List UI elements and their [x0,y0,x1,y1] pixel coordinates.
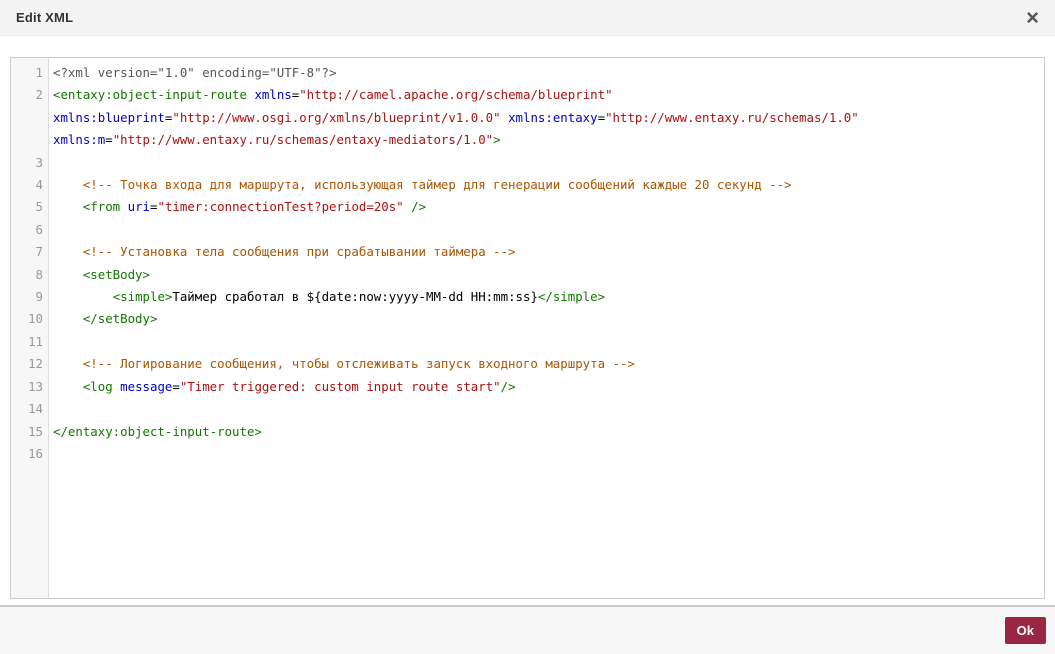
line-number: 1 [35,65,43,80]
code-text: <?xml version="1.0" encoding="UTF-8"?> [53,65,337,80]
code-line[interactable]: 1 <?xml version="1.0" encoding="UTF-8"?> [11,62,1044,84]
edit-xml-dialog: Edit XML × 1 <?xml version="1.0" encoding… [0,0,1055,654]
code-text: </setBody> [82,311,158,327]
line-number: 3 [35,154,43,170]
code-text: <from uri="timer:connectionTest?period=2… [82,199,427,215]
code-line[interactable]: 15 </entaxy:object-input-route> [11,421,1044,443]
code-lines: 1 <?xml version="1.0" encoding="UTF-8"?> 2… [11,62,1044,465]
line-number: 10 [28,311,43,327]
code-text: <!-- Точка входа для маршрута, использую… [82,177,792,193]
code-line[interactable]: 2 <entaxy:object-input-route xmlns="http:… [11,84,1044,151]
code-line[interactable]: 8 <setBody> [11,264,1044,286]
xml-code-editor[interactable]: 1 <?xml version="1.0" encoding="UTF-8"?> 2… [10,57,1045,599]
code-text: <setBody> [82,266,150,282]
code-line[interactable]: 16 [11,443,1044,465]
code-text: </entaxy:object-input-route> [53,423,262,439]
code-line[interactable]: 10 </setBody> [11,308,1044,330]
code-text: <log message="Timer triggered: custom in… [82,378,516,394]
code-line[interactable]: 3 [11,152,1044,174]
code-line[interactable]: 9 <simple>Таймер сработал в ${date:now:y… [11,286,1044,308]
ok-button[interactable]: Ok [1004,617,1046,644]
code-line[interactable]: 7 <!-- Установка тела сообщения при сраб… [11,241,1044,263]
line-number: 11 [28,333,43,349]
code-line[interactable]: 6 [11,219,1044,241]
line-number: 5 [35,199,43,215]
code-text: <simple>Таймер сработал в ${date:now:yyy… [112,289,606,305]
code-line[interactable]: 14 [11,398,1044,420]
line-number: 8 [35,266,43,282]
code-text: <!-- Логирование сообщения, чтобы отслеж… [82,356,635,372]
dialog-header: Edit XML × [0,0,1055,36]
dialog-footer: Ok [0,605,1055,654]
line-number: 4 [35,177,43,193]
close-icon[interactable]: × [1026,6,1039,29]
code-line[interactable]: 12 <!-- Логирование сообщения, чтобы отс… [11,353,1044,375]
code-line[interactable]: 11 [11,331,1044,353]
line-number: 7 [35,244,43,260]
line-number: 13 [28,378,43,394]
line-number: 15 [28,423,43,439]
line-number: 2 [35,87,43,103]
line-number: 16 [28,445,43,461]
line-number: 12 [28,356,43,372]
code-line[interactable]: 4 <!-- Точка входа для маршрута, использ… [11,174,1044,196]
line-number: 6 [35,221,43,237]
line-number: 14 [28,401,43,417]
code-line[interactable]: 5 <from uri="timer:connectionTest?period… [11,196,1044,218]
line-number: 9 [35,289,43,305]
code-text: <entaxy:object-input-route xmlns="http:/… [53,87,859,148]
code-line[interactable]: 13 <log message="Timer triggered: custom… [11,376,1044,398]
dialog-title: Edit XML [16,10,74,25]
code-text: <!-- Установка тела сообщения при срабат… [82,244,516,260]
